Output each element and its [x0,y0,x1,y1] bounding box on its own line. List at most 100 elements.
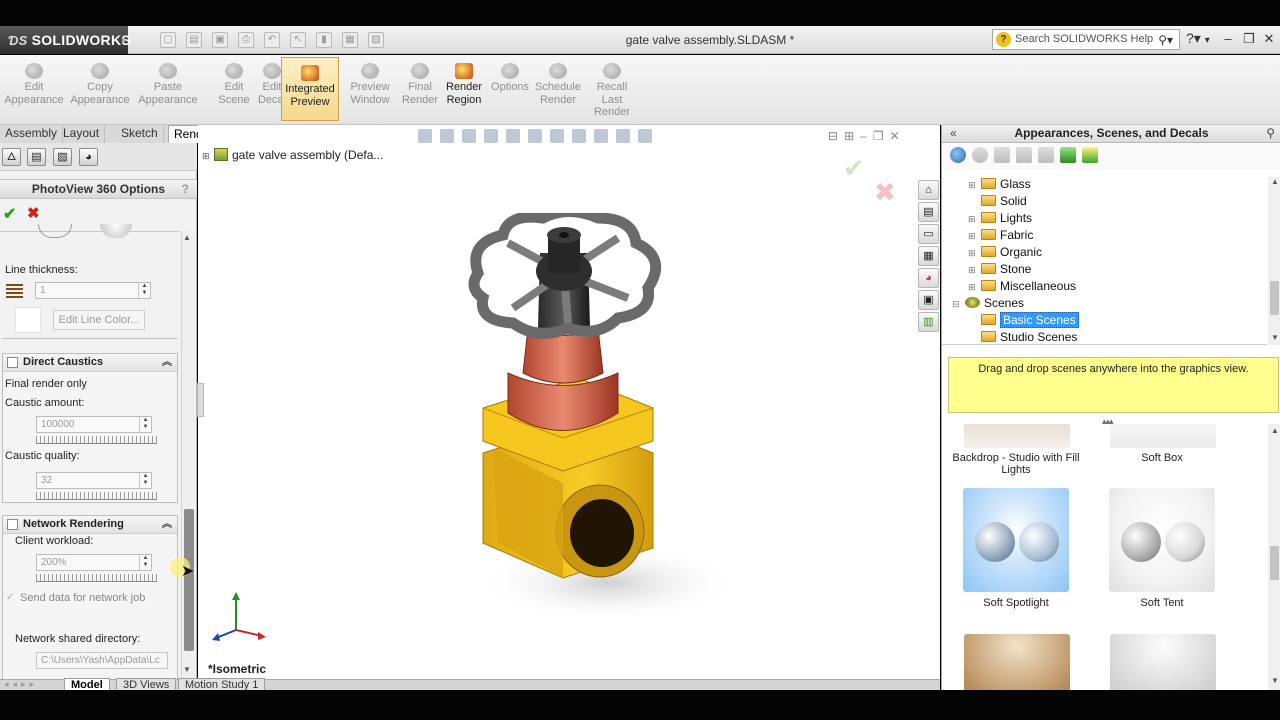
refresh-icon[interactable] [1060,147,1076,163]
graphics-area[interactable]: ⊟⊞–❐✕ ⊞gate valve assembly (Defa... ✔ ✖ [197,125,940,679]
client-workload-slider[interactable] [36,574,157,582]
scene-soft-box[interactable]: Soft Box [1097,452,1227,464]
direct-caustics-checkbox[interactable] [7,357,18,368]
tree-item-solid[interactable]: Solid [968,194,1027,208]
tree-expander-icon[interactable]: ⊞ [968,265,978,276]
back-icon[interactable] [950,147,966,163]
scene-soft-tent[interactable]: Soft Tent [1097,488,1227,609]
save-icon[interactable]: ▣ [212,32,228,48]
scene-backdrop-studio-fill-lights[interactable]: Backdrop - Studio with Fill Lights [951,452,1081,476]
viewport-close-icon[interactable]: ✕ [890,129,906,143]
display-style-icon[interactable] [550,129,564,143]
open-document-icon[interactable]: ▤ [186,32,202,48]
caustic-amount-slider[interactable] [36,436,157,444]
hide-show-items-icon[interactable] [572,129,586,143]
schedule-render-button[interactable]: Schedule Render [528,63,588,106]
caustic-quality-slider[interactable] [36,492,157,500]
confirmation-ok-icon[interactable]: ✔ [843,153,865,184]
tree-item-scenes[interactable]: ⊟ Scenes [952,296,1024,310]
property-manager-icon[interactable]: ▤ [27,148,46,166]
scrollbar-thumb[interactable] [1270,281,1279,315]
tree-expander-icon[interactable]: ⊞ [968,282,978,293]
cancel-x-icon[interactable]: ✖ [27,204,40,222]
caustic-quality-spinner[interactable]: 32 ▲ ▼ [36,472,152,489]
options-icon[interactable]: ▧ [368,32,384,48]
line-thickness-spinner[interactable]: 1 ▲ ▼ [35,282,151,299]
tree-expander-icon[interactable]: ⊞ [968,248,978,259]
display-manager-icon[interactable]: ◕ [79,148,98,166]
logo-menu-arrow-icon[interactable]: ▸ [122,35,127,46]
spinner-arrows-icon[interactable]: ▲ ▼ [139,473,151,488]
dynamic-annotation-icon[interactable] [506,129,520,143]
viewport-restore-icon[interactable]: ❐ [873,129,890,143]
scroll-down-icon[interactable]: ▼ [1271,333,1279,342]
add-folder-icon[interactable] [994,147,1010,163]
new-document-icon[interactable]: ▢ [160,32,176,48]
shared-directory-field[interactable]: C:\Users\Yash\AppData\Lc [36,652,168,669]
select-icon[interactable]: ↖ [290,32,306,48]
view-settings-icon[interactable] [638,129,652,143]
ok-checkmark-icon[interactable]: ✔ [3,204,16,224]
zoom-to-fit-icon[interactable] [418,129,432,143]
tree-expander-icon[interactable]: ⊞ [968,231,978,242]
spinner-arrows-icon[interactable]: ▲ ▼ [138,283,150,298]
tab-layout[interactable]: Layout [58,125,106,143]
magnifier-icon[interactable]: ⚲▾ [1158,31,1173,50]
spinner-arrows-icon[interactable]: ▲ ▼ [139,417,151,432]
collapse-task-pane-icon[interactable]: « [950,125,957,142]
edit-appearance-icon[interactable] [594,129,608,143]
tree-item-glass[interactable]: ⊞ Glass [968,177,1031,191]
tab-sketch[interactable]: Sketch [116,125,164,143]
tab-scroll-arrows-icon[interactable]: ◂◂▸▸ [4,679,38,690]
pin-icon[interactable]: ⚲ [1266,125,1275,142]
configuration-manager-icon[interactable]: ▧ [53,148,72,166]
caustic-amount-spinner[interactable]: 100000 ▲ ▼ [36,416,152,433]
line-color-swatch[interactable] [15,307,41,333]
rebuild-icon[interactable]: ▮ [316,32,332,48]
minimize-window-icon[interactable]: – [1219,30,1237,48]
scene-soft-spotlight[interactable]: Soft Spotlight [951,488,1081,609]
appearances-scenes-tab-icon[interactable]: ◕ [918,268,939,288]
property-manager-scrollbar[interactable]: ▲ ▼ [181,231,195,679]
tree-expander-icon[interactable]: ⊞ [968,214,978,225]
panel-collapse-handle[interactable] [197,383,204,417]
soft-box-thumbnail-image[interactable] [1110,424,1216,448]
undo-icon[interactable]: ↶ [264,32,280,48]
custom-properties-tab-icon[interactable]: ▣ [918,290,939,310]
direct-caustics-header[interactable]: Direct Caustics ︽ [3,354,177,372]
restore-window-icon[interactable]: ❐ [1240,30,1258,48]
spinner-arrows-icon[interactable]: ▲ ▼ [139,555,151,570]
confirmation-cancel-icon[interactable]: ✖ [874,177,896,208]
up-folder-icon[interactable] [1082,147,1098,163]
properties-icon[interactable] [1038,147,1054,163]
tree-expand-icon[interactable]: ⊞ [202,151,212,162]
design-library-tab-icon[interactable]: ▤ [918,202,939,222]
view-orientation-icon[interactable] [528,129,542,143]
scroll-down-icon[interactable]: ▼ [183,665,191,674]
section-view-icon[interactable] [484,129,498,143]
tree-item-stone[interactable]: ⊞ Stone [968,262,1031,276]
file-properties-icon[interactable]: ▦ [342,32,358,48]
scroll-up-icon[interactable]: ▲ [1271,426,1279,435]
paste-appearance-button[interactable]: Paste Appearance [138,63,198,106]
forward-icon[interactable] [972,147,988,163]
pm-help-icon[interactable]: ? [182,180,189,199]
tab-assembly[interactable]: Assembly [0,125,64,143]
recall-last-render-button[interactable]: Recall Last Render [582,63,642,119]
collapse-chevron-icon[interactable]: ︽ [162,354,172,371]
tree-scrollbar[interactable]: ▲ ▼ [1268,177,1280,345]
scroll-down-icon[interactable]: ▼ [1271,676,1279,685]
scroll-up-icon[interactable]: ▲ [183,233,191,242]
tree-expander-icon[interactable]: ⊞ [968,180,978,191]
tree-item-basic-scenes[interactable]: Basic Scenes [968,312,1079,328]
edit-appearance-button[interactable]: Edit Appearance [4,63,64,106]
tile-horizontal-icon[interactable]: ⊟ [828,129,844,143]
gate-valve-model[interactable] [468,213,728,633]
scene-thumbnail-partial[interactable] [1110,634,1216,690]
network-rendering-header[interactable]: Network Rendering ︽ [3,516,177,534]
solidworks-forum-tab-icon[interactable]: ▥ [918,312,939,332]
gallery-scrollbar[interactable]: ▲ ▼ [1268,424,1280,690]
scene-thumbnail-partial[interactable] [964,634,1070,690]
backdrop-thumbnail-image[interactable] [964,424,1070,448]
client-workload-spinner[interactable]: 200% ▲ ▼ [36,554,152,571]
